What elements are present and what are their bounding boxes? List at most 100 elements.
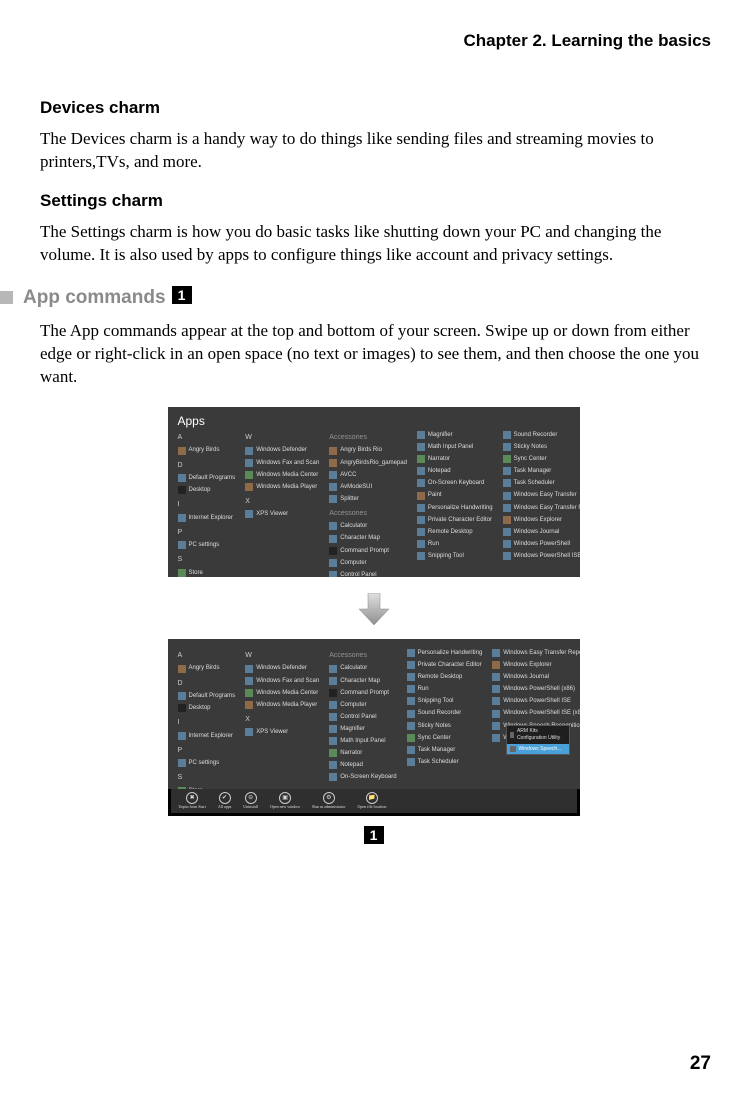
list-item: Internet Explorer — [178, 514, 236, 522]
list-item: Windows Journal — [492, 673, 579, 681]
list-item: Default Programs — [178, 692, 236, 700]
list-item: Task Manager — [503, 467, 580, 475]
list-item: Remote Desktop — [417, 528, 493, 536]
list-item: Math Input Panel — [329, 737, 396, 745]
list-item: Character Map — [329, 677, 396, 685]
list-item: Windows Easy Transfer Reports — [492, 649, 579, 657]
list-item: Windows Journal — [503, 528, 580, 536]
list-item: Internet Explorer — [178, 732, 236, 740]
list-item: Splitter — [329, 495, 407, 503]
list-item: Run — [407, 685, 483, 693]
list-item: Windows Media Player — [245, 701, 319, 709]
page-number: 27 — [690, 1051, 711, 1077]
list-item: Private Character Editor — [417, 516, 493, 524]
cmd-unpin: ✖Unpin from Start — [179, 792, 206, 809]
app-commands-heading: App commands — [23, 285, 166, 311]
list-item: Control Panel — [329, 713, 396, 721]
cmd-new-window: ▣Open new window — [270, 792, 300, 809]
list-item: Run — [417, 540, 493, 548]
list-item: Calculator — [329, 664, 396, 672]
list-item: Windows PowerShell ISE (x86) — [492, 709, 579, 717]
list-item: Windows Explorer — [492, 661, 579, 669]
chapter-header: Chapter 2. Learning the basics — [34, 30, 711, 53]
list-item: On-Screen Keyboard — [329, 773, 396, 781]
list-item: Windows PowerShell ISE — [503, 552, 580, 560]
list-item: Store — [178, 787, 236, 789]
list-item: Snipping Tool — [417, 552, 493, 560]
list-item: Sync Center — [407, 734, 483, 742]
list-item: Computer — [329, 701, 396, 709]
list-item: PC settings — [178, 759, 236, 767]
list-item: Sound Recorder — [407, 709, 483, 717]
list-item: Windows Defender — [245, 446, 319, 454]
list-item: Magnifier — [417, 431, 493, 439]
down-arrow-icon — [359, 593, 389, 625]
list-item: Personalize Handwriting — [407, 649, 483, 657]
list-item: Snipping Tool — [407, 697, 483, 705]
cmd-run-admin: ⚙Run as administrator — [312, 792, 345, 809]
list-item: Narrator — [329, 749, 396, 757]
list-item: Sound Recorder — [503, 431, 580, 439]
list-item: On-Screen Keyboard — [417, 479, 493, 487]
section-bullet-icon — [0, 291, 13, 304]
list-item: Windows Explorer — [503, 516, 580, 524]
list-item: Windows Easy Transfer — [503, 491, 580, 499]
list-item: AngryBirdsRio_gamepad — [329, 459, 407, 467]
list-item: Windows Media Center — [245, 471, 319, 479]
list-item: Notepad — [417, 467, 493, 475]
list-item: Command Prompt — [329, 689, 396, 697]
list-item: AVCC — [329, 471, 407, 479]
list-item: PC settings — [178, 541, 236, 549]
list-item: Sync Center — [503, 455, 580, 463]
apps-screen-bottom: A Angry Birds D Default Programs Desktop… — [168, 639, 580, 789]
list-item: Angry Birds — [178, 664, 236, 672]
list-item: Command Prompt — [329, 547, 407, 555]
app-commands-body: The App commands appear at the top and b… — [40, 320, 711, 389]
context-menu: ARM Kits Configuration Utility Windows S… — [506, 725, 570, 755]
list-item: Windows PowerShell — [503, 540, 580, 548]
apps-title: Apps — [178, 413, 205, 429]
list-item: Angry Birds — [178, 446, 236, 454]
list-item: Sticky Notes — [407, 722, 483, 730]
devices-body: The Devices charm is a handy way to do t… — [40, 128, 711, 174]
cmd-open-location: 📁Open file location — [358, 792, 387, 809]
list-item: Task Manager — [407, 746, 483, 754]
list-item: Sticky Notes — [503, 443, 580, 451]
list-item: Private Character Editor — [407, 661, 483, 669]
list-item: Windows PowerShell (x86) — [492, 685, 579, 693]
list-item: Paint — [417, 491, 493, 499]
list-item: Character Map — [329, 534, 407, 542]
app-commands-badge: 1 — [172, 286, 192, 304]
settings-body: The Settings charm is how you do basic t… — [40, 221, 711, 267]
list-item: Computer — [329, 559, 407, 567]
list-item: Windows Fax and Scan — [245, 677, 319, 685]
list-item: Control Panel — [329, 571, 407, 577]
list-item: AvModeSUI — [329, 483, 407, 491]
app-command-bar: ✖Unpin from Start ✔All apps ⊖Uninstall ▣… — [171, 789, 577, 813]
list-item: Desktop — [178, 486, 236, 494]
list-item: Default Programs — [178, 474, 236, 482]
list-item: Angry Birds Rio — [329, 446, 407, 454]
settings-heading: Settings charm — [40, 190, 711, 213]
list-item: Personalize Handwriting — [417, 504, 493, 512]
list-item: Notepad — [329, 761, 396, 769]
list-item: Task Scheduler — [407, 758, 483, 766]
list-item: Windows PowerShell ISE — [492, 697, 579, 705]
list-item: Math Input Panel — [417, 443, 493, 451]
list-item: XPS Viewer — [245, 728, 319, 736]
list-item: XPS Viewer — [245, 510, 319, 518]
list-item: Desktop — [178, 704, 236, 712]
app-commands-heading-row: App commands 1 — [0, 285, 713, 311]
list-item: Remote Desktop — [407, 673, 483, 681]
list-item: Narrator — [417, 455, 493, 463]
list-item: Calculator — [329, 522, 407, 530]
cmd-uninstall: ⊖Uninstall — [243, 792, 258, 809]
list-item: Magnifier — [329, 725, 396, 733]
list-item: Windows Media Player — [245, 483, 319, 491]
devices-heading: Devices charm — [40, 97, 711, 120]
cmd-allapps: ✔All apps — [218, 792, 231, 809]
list-item: Task Scheduler — [503, 479, 580, 487]
apps-screen-top: Apps A Angry Birds D Default Programs De… — [168, 407, 580, 577]
list-item: Windows Easy Transfer Reports — [503, 504, 580, 512]
list-item: Store — [178, 569, 236, 577]
